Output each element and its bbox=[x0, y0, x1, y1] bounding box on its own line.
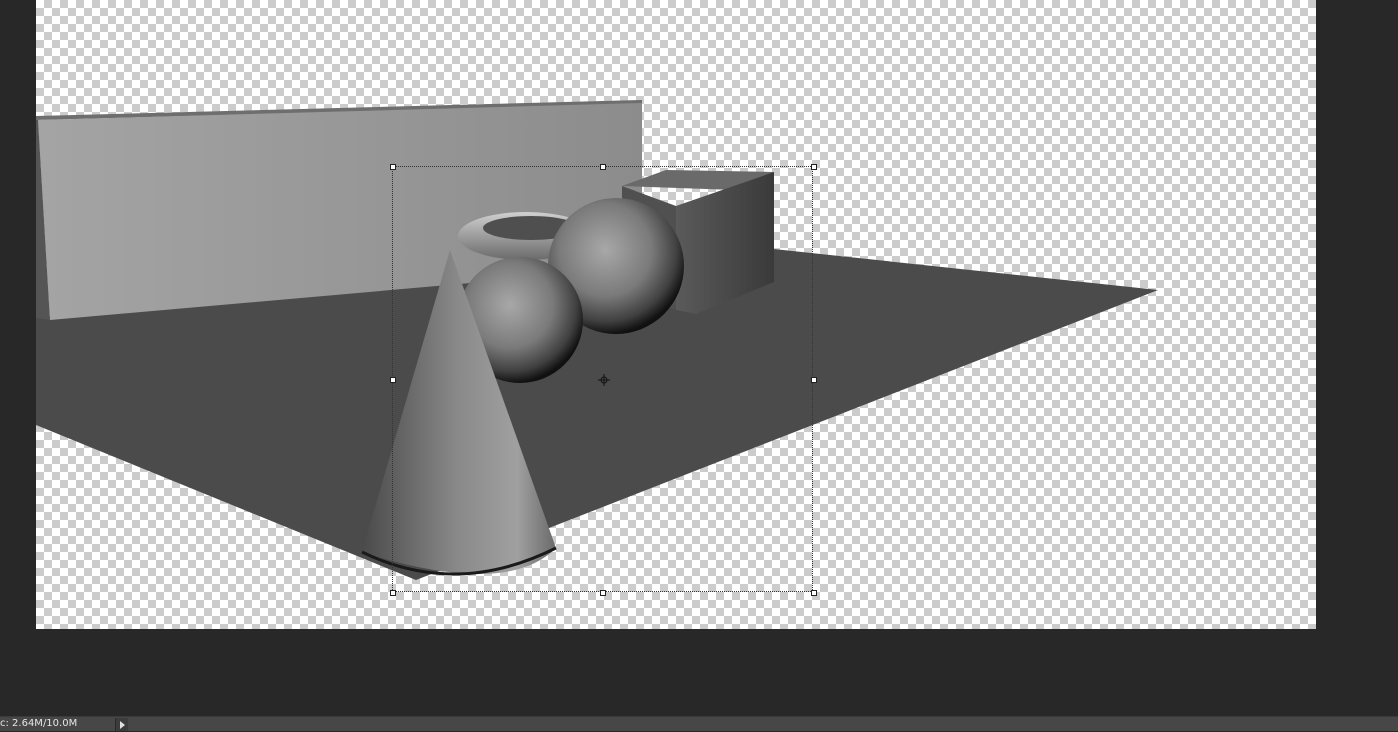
handle-bottom-right[interactable] bbox=[811, 590, 817, 596]
document-workspace bbox=[0, 0, 1398, 716]
handle-top-right[interactable] bbox=[811, 164, 817, 170]
handle-top-left[interactable] bbox=[390, 164, 396, 170]
handle-middle-right[interactable] bbox=[811, 377, 817, 383]
document-size-info[interactable]: c: 2.64M/10.0M bbox=[0, 717, 77, 732]
handle-bottom-center[interactable] bbox=[600, 590, 606, 596]
triangle-right-icon[interactable] bbox=[115, 718, 128, 731]
document-canvas[interactable] bbox=[36, 0, 1316, 629]
handle-bottom-left[interactable] bbox=[390, 590, 396, 596]
transform-bounding-box[interactable] bbox=[390, 164, 817, 596]
handle-top-center[interactable] bbox=[600, 164, 606, 170]
handle-middle-left[interactable] bbox=[390, 377, 396, 383]
crosshair-icon[interactable] bbox=[598, 374, 610, 386]
status-bar: c: 2.64M/10.0M bbox=[0, 716, 1398, 731]
